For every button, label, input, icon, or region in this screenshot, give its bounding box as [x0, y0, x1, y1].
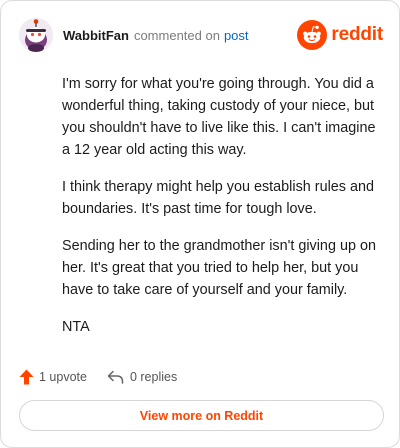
comment-footer: 1 upvote 0 replies [19, 367, 177, 387]
reddit-snoo-icon [297, 20, 328, 50]
comment-paragraph: NTA [62, 319, 90, 335]
upvote-arrow-icon [19, 369, 34, 385]
upvote-count: 1 upvote [39, 370, 87, 384]
author-name[interactable]: WabbitFan [63, 28, 129, 43]
reply-count: 0 replies [129, 370, 178, 384]
replies-button[interactable]: 0 replies [107, 370, 177, 384]
comment-paragraph: I'm sorry for what you're going through.… [62, 76, 376, 158]
action-text: commented on [133, 27, 220, 43]
reply-arrow-icon [107, 370, 124, 384]
embedded-comment-card: WabbitFan commented on post reddit I'm s… [0, 0, 400, 448]
user-avatar[interactable] [19, 18, 53, 52]
comment-paragraph: Sending her to the grandmother isn't giv… [62, 238, 376, 298]
view-more-button[interactable]: View more on Reddit [19, 400, 384, 431]
reddit-wordmark: reddit [331, 24, 383, 45]
comment-paragraph: I think therapy might help you establish… [62, 179, 374, 217]
avatar-snoo-icon [19, 18, 53, 52]
post-link[interactable]: post [224, 28, 249, 43]
comment-header: WabbitFan commented on post reddit [19, 17, 383, 53]
upvote-button[interactable]: 1 upvote [19, 369, 87, 385]
reddit-logo[interactable]: reddit [297, 20, 383, 50]
comment-body: I'm sorry for what you're going through.… [62, 73, 384, 353]
comment-meta: WabbitFan commented on post [63, 28, 249, 43]
